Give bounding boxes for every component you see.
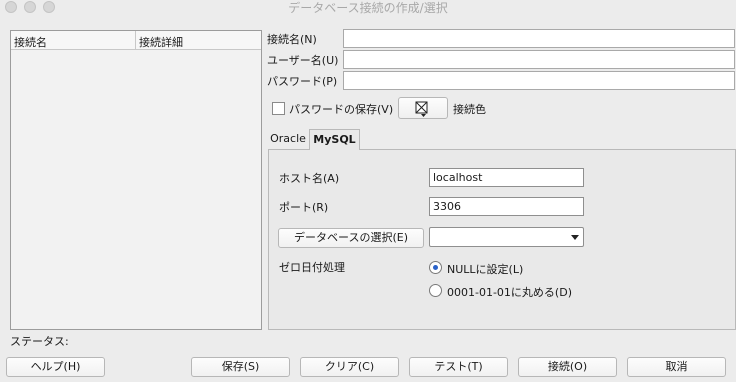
port-label: ポート(R) bbox=[279, 201, 329, 214]
connection-color-button[interactable] bbox=[398, 97, 448, 119]
cancel-button[interactable]: 取消 bbox=[627, 357, 726, 377]
save-password-checkbox[interactable] bbox=[272, 102, 285, 115]
password-field[interactable] bbox=[343, 71, 735, 90]
save-button[interactable]: 保存(S) bbox=[191, 357, 290, 377]
tab-mysql[interactable]: MySQL bbox=[309, 129, 360, 150]
column-header-conn-details[interactable]: 接続詳細 bbox=[139, 34, 183, 50]
host-field[interactable]: localhost bbox=[429, 168, 584, 187]
save-password-label[interactable]: パスワードの保存(V) bbox=[289, 101, 393, 117]
host-label: ホスト名(A) bbox=[279, 172, 340, 185]
tab-oracle[interactable]: Oracle bbox=[268, 129, 308, 150]
radio-round[interactable] bbox=[429, 284, 442, 297]
column-header-conn-name[interactable]: 接続名 bbox=[14, 34, 47, 50]
username-label: ユーザー名(U) bbox=[267, 54, 339, 67]
help-button[interactable]: ヘルプ(H) bbox=[6, 357, 105, 377]
zero-date-label: ゼロ日付処理 bbox=[279, 261, 345, 274]
conn-name-field[interactable] bbox=[343, 29, 735, 48]
status-label: ステータス: bbox=[10, 335, 69, 348]
connection-list[interactable]: 接続名 接続詳細 bbox=[10, 30, 262, 330]
username-field[interactable] bbox=[343, 50, 735, 69]
select-database-button[interactable]: データベースの選択(E) bbox=[278, 228, 424, 248]
test-button[interactable]: テスト(T) bbox=[409, 357, 508, 377]
radio-round-label[interactable]: 0001-01-01に丸める(D) bbox=[447, 284, 572, 300]
radio-null[interactable] bbox=[429, 261, 442, 274]
password-label: パスワード(P) bbox=[267, 75, 338, 88]
window-title: データベース接続の作成/選択 bbox=[288, 1, 448, 15]
database-select[interactable] bbox=[429, 227, 584, 247]
title-bar: データベース接続の作成/選択 bbox=[0, 0, 736, 15]
port-field[interactable]: 3306 bbox=[429, 197, 584, 216]
conn-name-label: 接続名(N) bbox=[267, 33, 317, 46]
connection-list-header: 接続名 接続詳細 bbox=[11, 31, 261, 50]
chevron-down-icon bbox=[571, 235, 579, 240]
radio-null-label[interactable]: NULLに設定(L) bbox=[447, 261, 523, 277]
column-divider[interactable] bbox=[135, 31, 136, 50]
connection-color-label: 接続色 bbox=[453, 103, 486, 116]
connect-button[interactable]: 接続(O) bbox=[518, 357, 617, 377]
color-swatch-icon bbox=[415, 101, 428, 117]
clear-button[interactable]: クリア(C) bbox=[300, 357, 399, 377]
